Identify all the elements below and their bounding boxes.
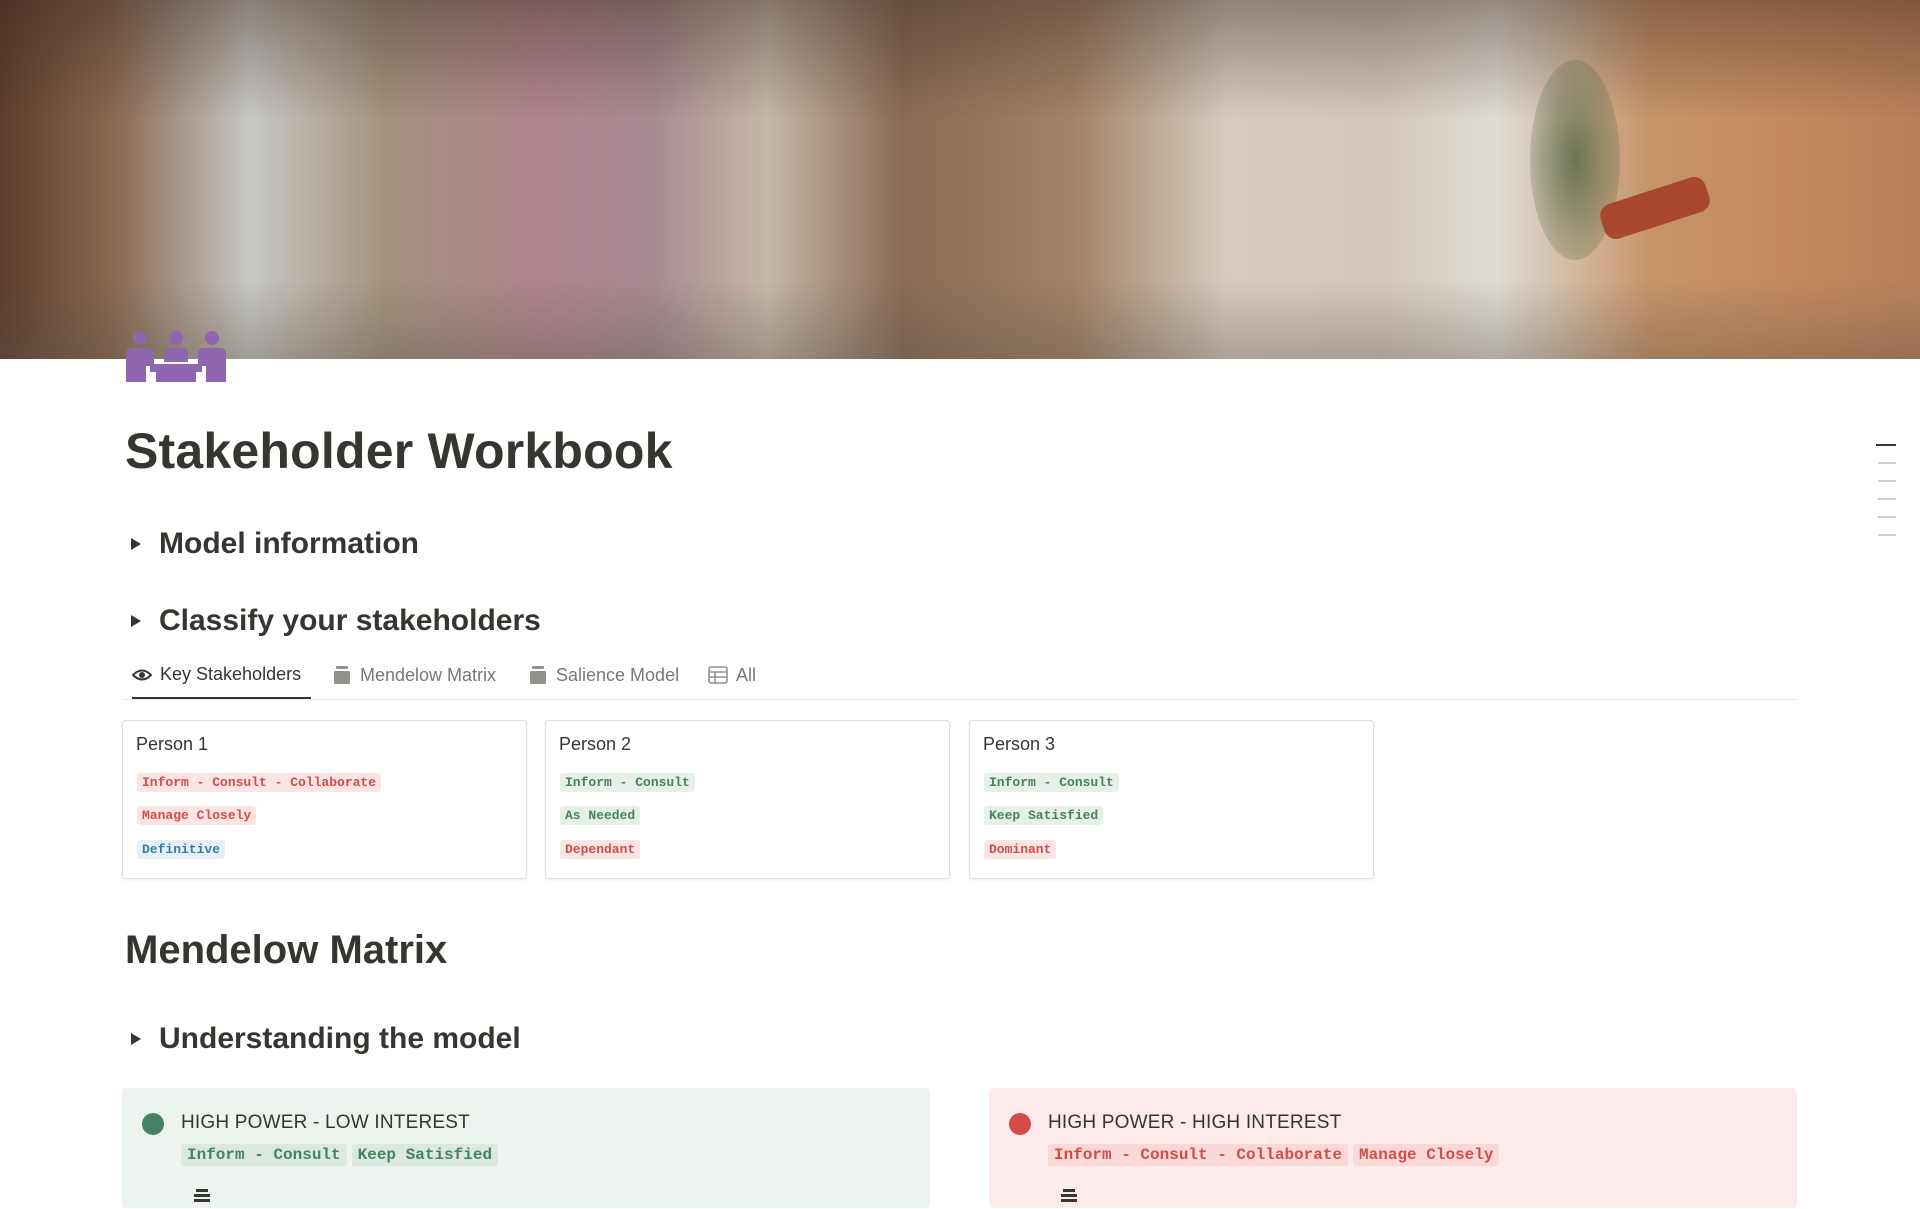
engagement-tag: Inform - Consult - Collaborate xyxy=(1048,1144,1349,1166)
salience-tag: Dependant xyxy=(560,840,641,859)
engagement-tag: Inform - Consult xyxy=(984,773,1119,792)
engagement-tag: Inform - Consult xyxy=(560,773,695,792)
red-circle-icon xyxy=(1009,1113,1031,1135)
tab-label: Mendelow Matrix xyxy=(360,664,497,685)
tab-key-stakeholders[interactable]: Key Stakeholders xyxy=(132,652,312,699)
tab-mendelow-matrix[interactable]: Mendelow Matrix xyxy=(332,652,496,698)
engagement-tag: Inform - Consult - Collaborate xyxy=(137,773,382,792)
table-of-contents-indicator[interactable] xyxy=(1876,444,1896,552)
tab-label: Key Stakeholders xyxy=(160,664,302,684)
callout-title: HIGH POWER - LOW INTEREST xyxy=(181,1112,470,1133)
layers-icon xyxy=(528,665,548,685)
green-circle-icon xyxy=(142,1113,164,1135)
database-view-tabs: Key Stakeholders Mendelow Matrix Salienc… xyxy=(122,652,1798,700)
tab-salience-model[interactable]: Salience Model xyxy=(528,652,679,698)
toggle-triangle-icon[interactable] xyxy=(131,615,141,627)
tab-label: All xyxy=(736,664,757,685)
salience-tag: Definitive xyxy=(137,840,226,859)
strategy-tag: Keep Satisfied xyxy=(351,1144,499,1166)
toggle-triangle-icon[interactable] xyxy=(131,1033,141,1045)
eye-icon xyxy=(132,665,152,685)
tab-label: Salience Model xyxy=(556,664,680,685)
card-title: Person 2 xyxy=(559,734,632,754)
mendelow-tag: Manage Closely xyxy=(137,806,257,825)
stakeholder-card-person-2[interactable]: Person 2 Inform - Consult As Needed Depe… xyxy=(545,720,950,879)
cover-image xyxy=(0,0,1920,359)
table-icon xyxy=(708,665,728,685)
card-title: Person 1 xyxy=(136,734,209,754)
mendelow-tag: As Needed xyxy=(560,806,641,825)
engagement-tag: Inform - Consult xyxy=(181,1144,347,1166)
mendelow-tag: Keep Satisfied xyxy=(984,806,1104,825)
people-meeting-icon[interactable] xyxy=(126,326,226,382)
layers-icon xyxy=(332,665,352,685)
toggle-understanding-model[interactable]: Understanding the model xyxy=(131,1022,521,1056)
toggle-label: Model information xyxy=(159,527,419,560)
tab-all[interactable]: All xyxy=(708,652,756,698)
stakeholder-card-person-1[interactable]: Person 1 Inform - Consult - Collaborate … xyxy=(122,720,527,879)
callout-high-power-high-interest: HIGH POWER - HIGH INTEREST Inform - Cons… xyxy=(989,1088,1797,1208)
page-title[interactable]: Stakeholder Workbook xyxy=(125,422,673,480)
toggle-triangle-icon[interactable] xyxy=(131,538,141,550)
section-heading-mendelow[interactable]: Mendelow Matrix xyxy=(125,928,447,973)
toggle-model-information[interactable]: Model information xyxy=(131,527,419,561)
card-title: Person 3 xyxy=(983,734,1056,754)
stakeholder-card-person-3[interactable]: Person 3 Inform - Consult Keep Satisfied… xyxy=(969,720,1374,879)
callout-title: HIGH POWER - HIGH INTEREST xyxy=(1048,1112,1342,1133)
strategy-tag: Manage Closely xyxy=(1353,1144,1500,1166)
toggle-classify-stakeholders[interactable]: Classify your stakeholders xyxy=(131,604,541,638)
toggle-label: Understanding the model xyxy=(159,1022,521,1055)
toggle-label: Classify your stakeholders xyxy=(159,604,541,637)
callout-high-power-low-interest: HIGH POWER - LOW INTEREST Inform - Consu… xyxy=(122,1088,930,1208)
salience-tag: Dominant xyxy=(984,840,1057,859)
